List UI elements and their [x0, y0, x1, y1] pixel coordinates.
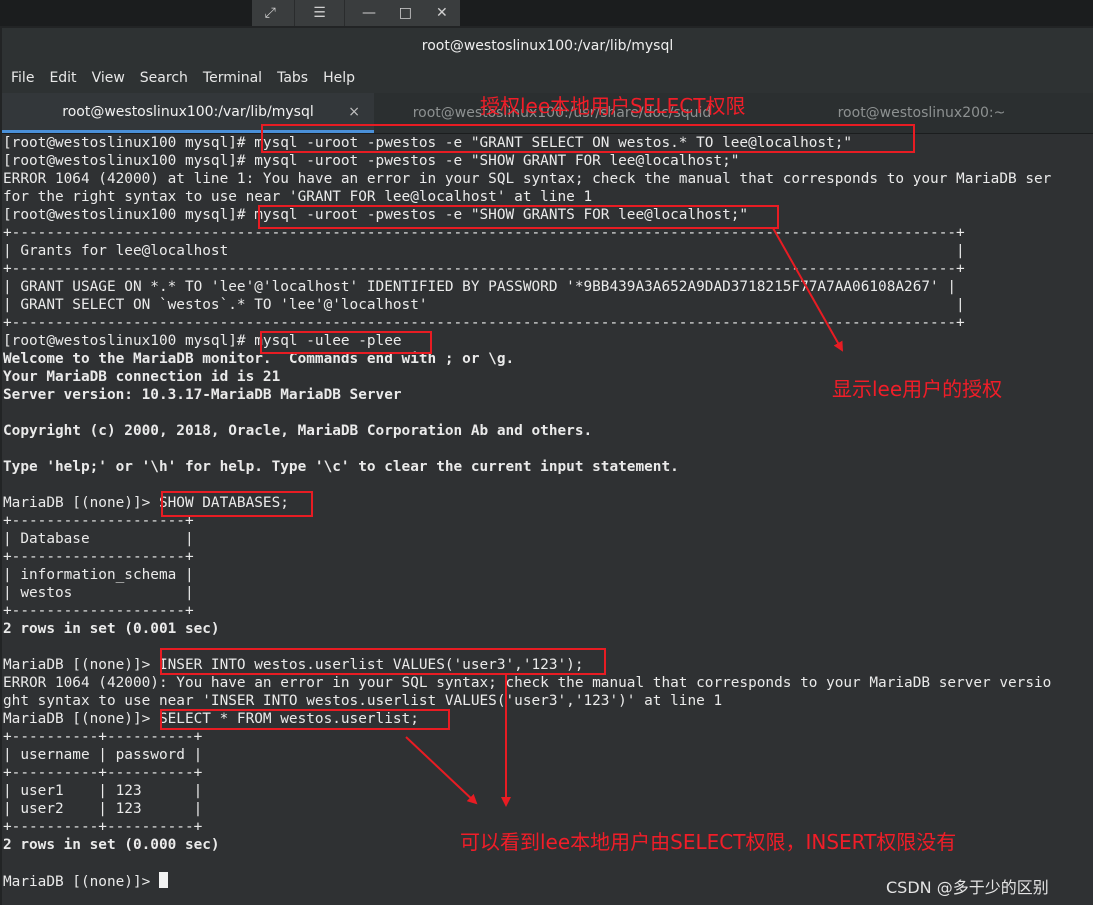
annotation-show-grants: 显示lee用户的授权 [832, 377, 1003, 401]
annotation-conclusion: 可以看到lee本地用户由SELECT权限，INSERT权限没有 [460, 830, 957, 854]
arrow-to-show-grants [772, 227, 843, 352]
annotation-arrows [405, 227, 843, 807]
watermark: CSDN @多于少的区别 [886, 878, 1049, 897]
arrow-to-select-result [405, 736, 478, 805]
annotation-grant-select: 授权lee本地用户SELECT权限 [480, 94, 746, 118]
